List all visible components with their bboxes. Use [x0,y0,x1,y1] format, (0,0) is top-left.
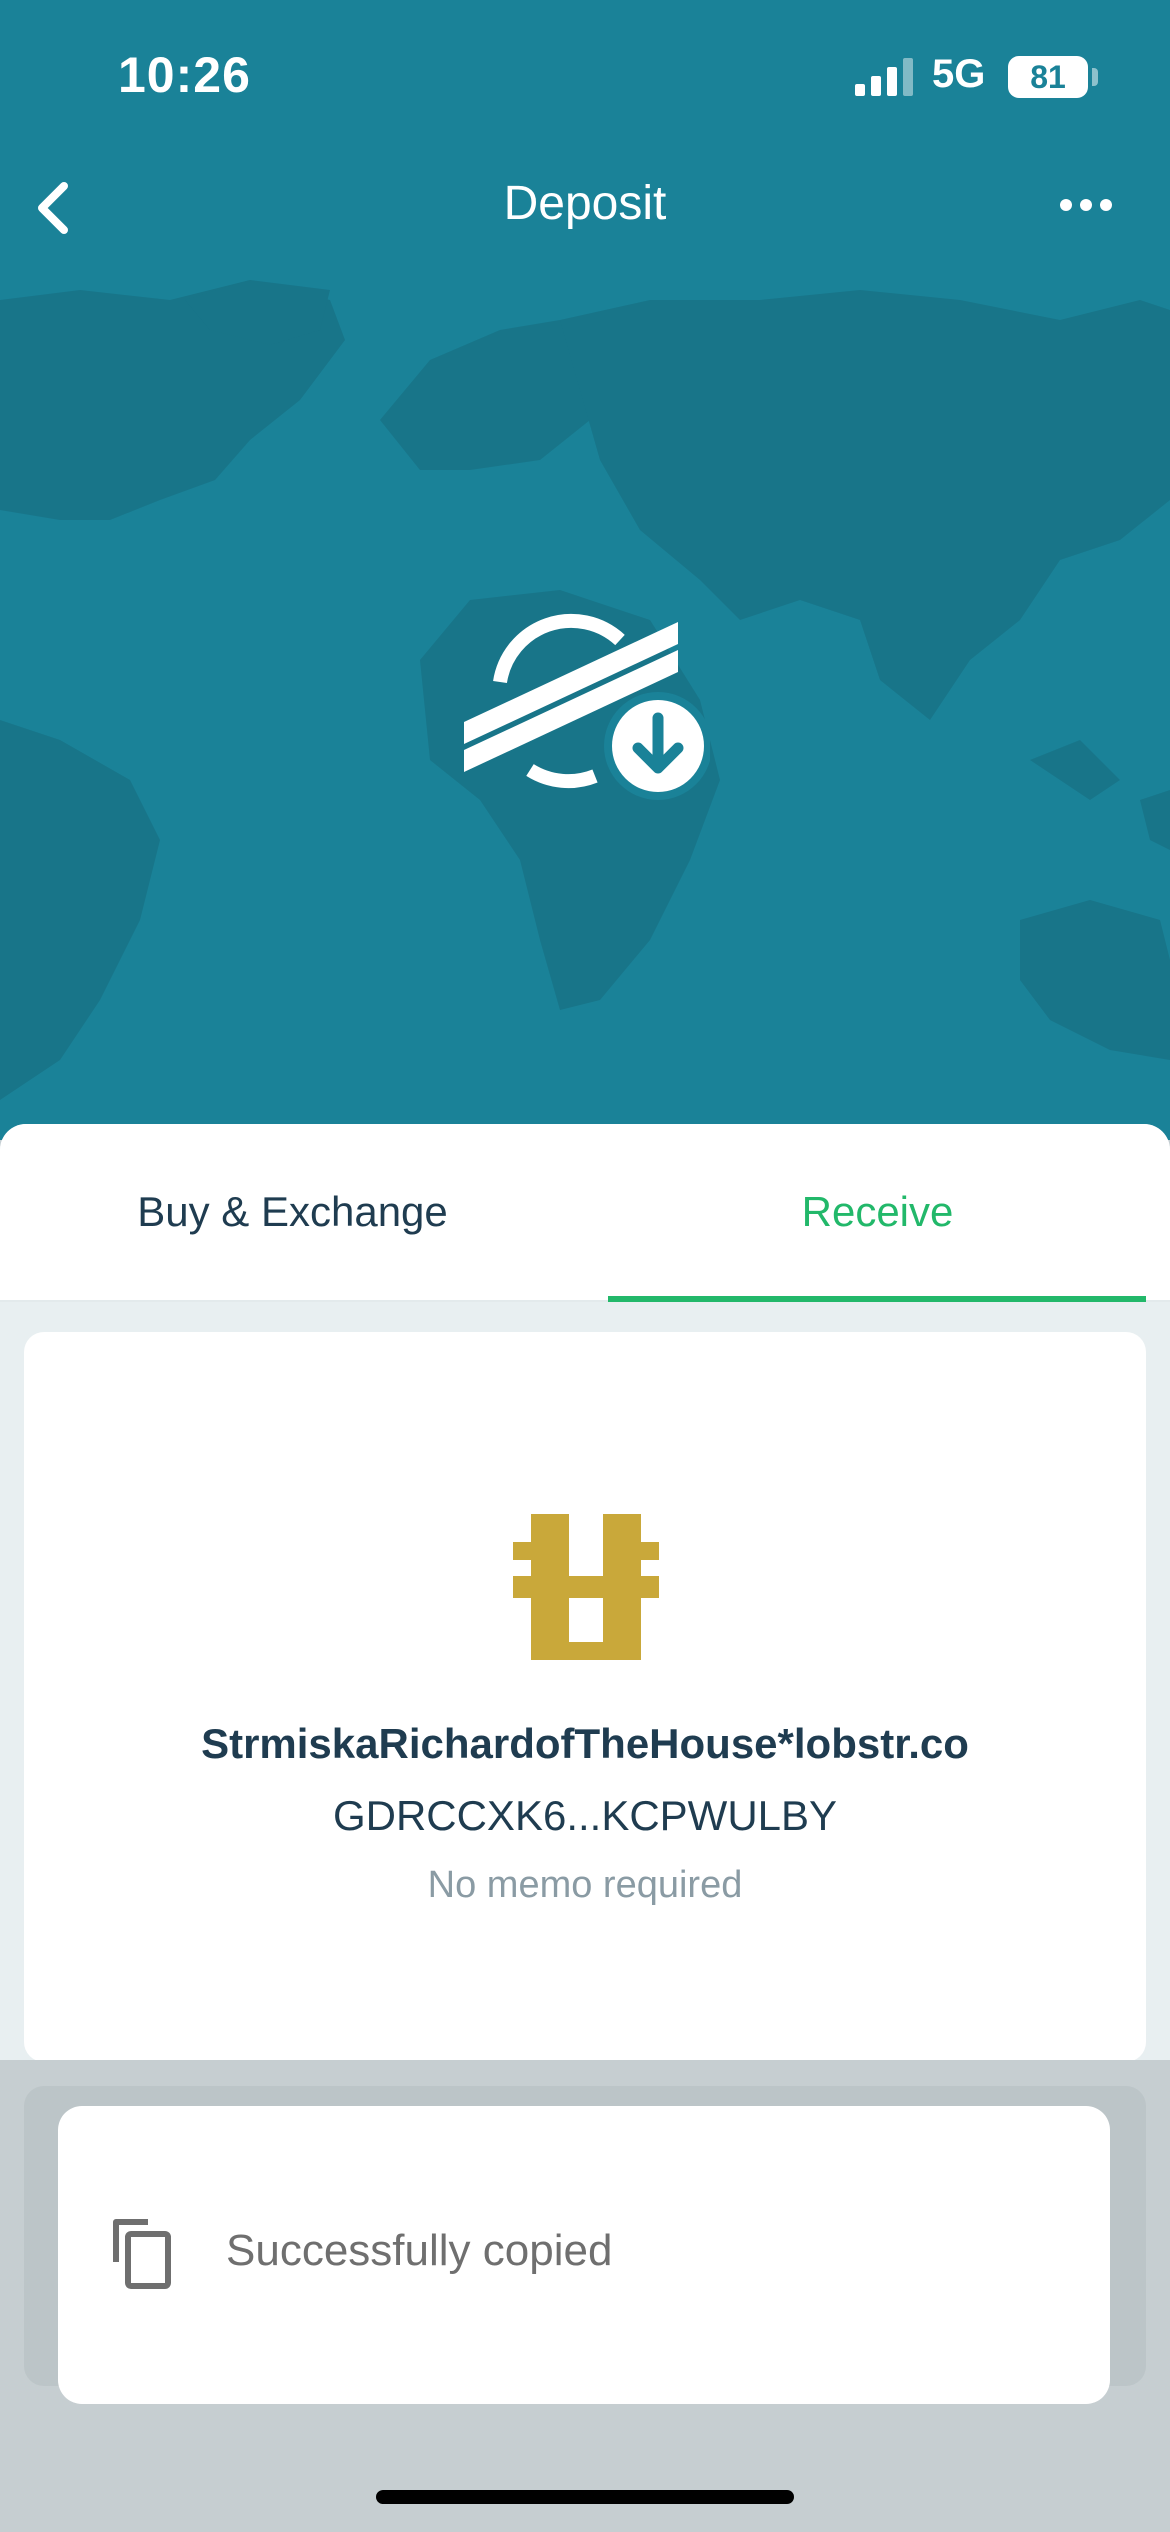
copied-toast: Successfully copied [58,2106,1110,2404]
battery-indicator: 81 [1008,56,1088,98]
status-time: 10:26 [118,47,251,103]
tab-receive[interactable]: Receive [585,1124,1170,1300]
tab-bar: Buy & Exchange Receive [0,1124,1170,1302]
status-bar: 10:26 5G 81 [0,0,1170,150]
toast-message: Successfully copied [226,2226,613,2275]
stellar-deposit-icon [464,613,710,800]
cellular-signal-icon [855,58,913,96]
ellipsis-icon[interactable] [1050,180,1130,230]
receive-card: StrmiskaRichardofTheHouse*lobstr.co GDRC… [24,1332,1146,2062]
page-title: Deposit [503,177,667,230]
network-type: 5G [932,52,986,96]
federation-address[interactable]: StrmiskaRichardofTheHouse*lobstr.co [24,1720,1146,1768]
hero-header: 10:26 5G 81 Deposit [0,0,1170,1140]
account-identicon [513,1514,659,1660]
home-indicator[interactable] [376,2490,794,2504]
world-map-background [0,280,1170,1100]
copy-icon [113,2219,171,2289]
public-key[interactable]: GDRCCXK6...KCPWULBY [24,1792,1146,1840]
memo-note: No memo required [427,1864,743,1906]
active-tab-indicator [608,1296,1146,1302]
battery-tip [1092,68,1098,86]
tab-buy-exchange[interactable]: Buy & Exchange [0,1124,585,1300]
